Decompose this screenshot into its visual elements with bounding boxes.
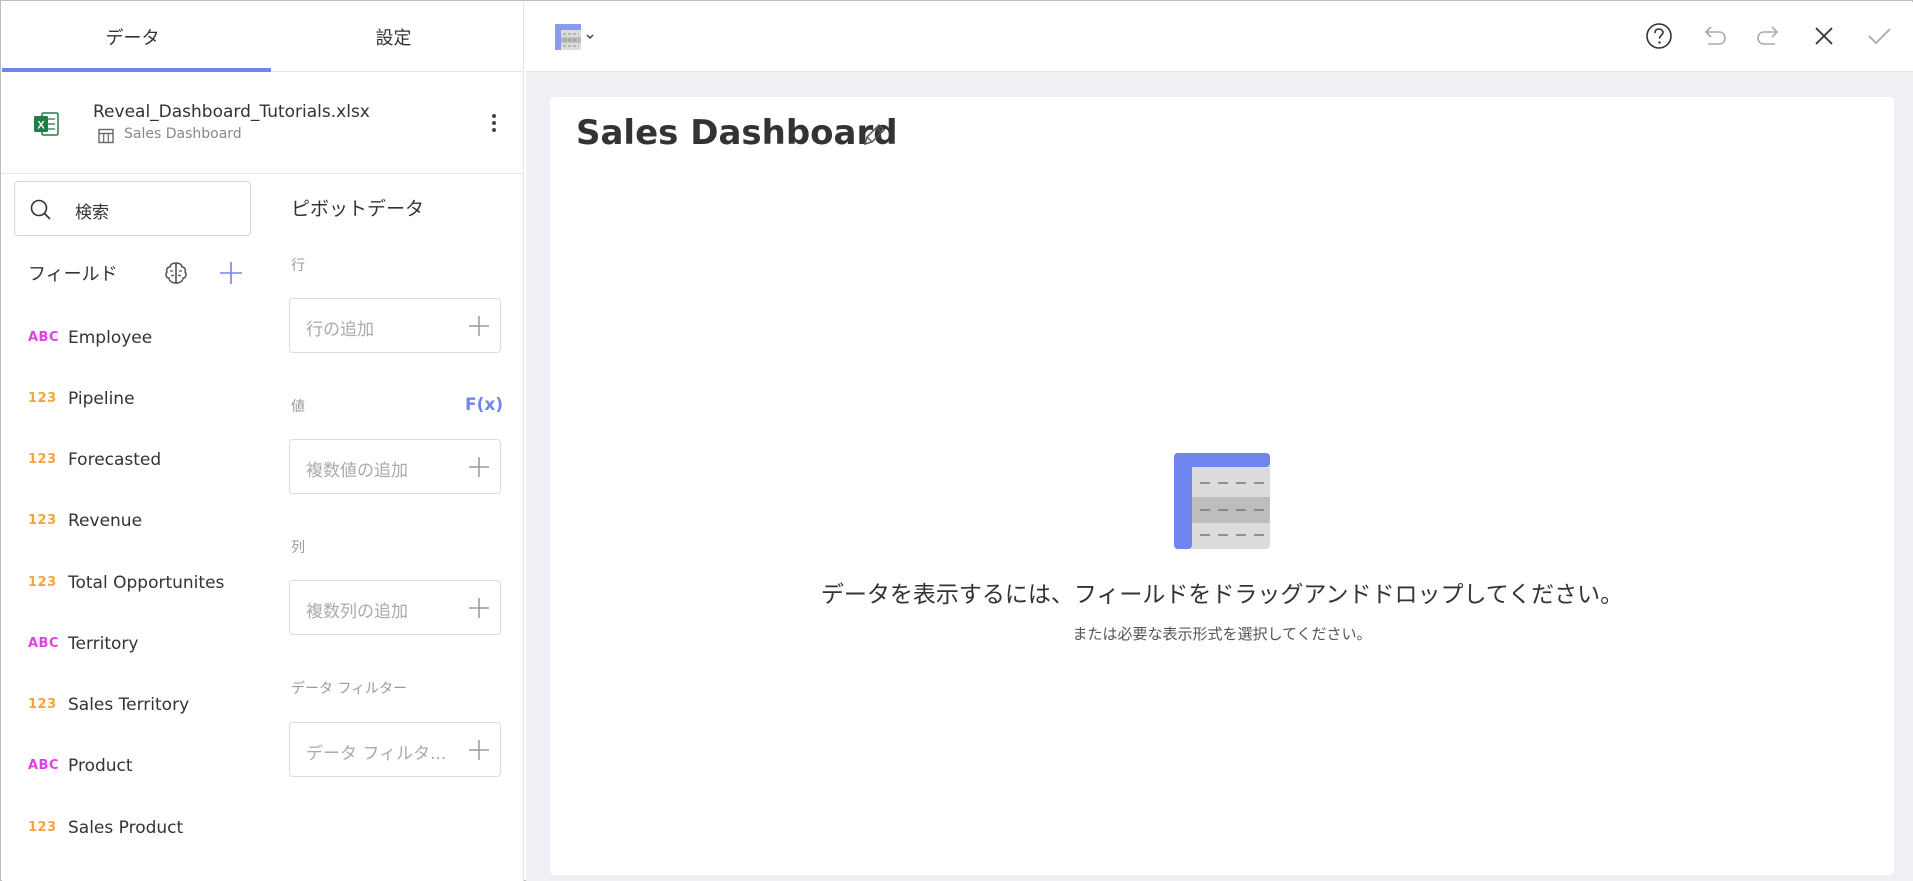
field-name: Sales Product <box>68 818 184 838</box>
svg-text:X: X <box>37 120 45 132</box>
number-type-icon: 123 <box>28 820 57 835</box>
fx-button[interactable]: F(x) <box>465 395 503 415</box>
field-name: Pipeline <box>68 389 135 409</box>
values-placeholder: 複数値の追加 <box>306 461 408 481</box>
visualization-picker-icon[interactable] <box>553 22 599 52</box>
empty-state-message: データを表示するには、フィールドをドラッグアンドドロップしてください。 <box>820 582 1624 608</box>
top-toolbar <box>526 2 1913 72</box>
close-icon[interactable] <box>1809 21 1839 51</box>
field-item[interactable]: 123 Sales Product <box>2 804 264 854</box>
pivot-title: ピボットデータ <box>291 198 425 220</box>
search-icon <box>30 199 51 220</box>
rows-placeholder: 行の追加 <box>306 320 374 340</box>
plus-icon <box>469 598 489 618</box>
source-sheet-name: Sales Dashboard <box>124 126 242 142</box>
filters-placeholder: データ フィルタ... <box>306 744 447 764</box>
data-editor-panel: データ 設定 X Reveal_Dashboard_Tutorials.xlsx… <box>2 2 524 881</box>
data-source-header: X Reveal_Dashboard_Tutorials.xlsx Sales … <box>2 72 524 174</box>
field-item[interactable]: 123 Sales Territory <box>2 681 264 731</box>
rows-label: 行 <box>291 258 305 274</box>
columns-label: 列 <box>291 540 305 556</box>
field-name: Revenue <box>68 511 143 531</box>
text-type-icon: ABC <box>28 330 60 345</box>
field-name: Sales Territory <box>68 695 190 715</box>
columns-placeholder: 複数列の追加 <box>306 602 408 622</box>
edit-title-pencil-icon[interactable] <box>860 121 888 149</box>
number-type-icon: 123 <box>28 697 57 712</box>
empty-state-subtext: または必要な表示形式を選択してください。 <box>1072 625 1372 643</box>
more-options-icon[interactable] <box>486 110 502 136</box>
values-label: 値 <box>291 399 305 415</box>
values-drop-zone[interactable]: 複数値の追加 <box>289 439 501 494</box>
search-placeholder: 検索 <box>75 203 109 223</box>
field-search-box[interactable]: 検索 <box>14 181 251 236</box>
tab-settings[interactable]: 設定 <box>263 2 524 72</box>
confirm-check-icon[interactable] <box>1864 21 1894 51</box>
field-name: Employee <box>68 328 153 348</box>
excel-icon: X <box>34 112 59 136</box>
text-type-icon: ABC <box>28 758 60 773</box>
visualization-card: Sales Dashboard データを表示するには、フィールドをドラッグアンド… <box>550 97 1894 875</box>
number-type-icon: 123 <box>28 513 57 528</box>
field-item[interactable]: ABC Employee <box>2 314 264 364</box>
app-window: データ 設定 X Reveal_Dashboard_Tutorials.xlsx… <box>0 0 1913 881</box>
source-file-name: Reveal_Dashboard_Tutorials.xlsx <box>93 102 370 122</box>
pivot-table-icon <box>1174 453 1270 549</box>
field-item[interactable]: 123 Forecasted <box>2 436 264 486</box>
field-item[interactable]: 123 Revenue <box>2 497 264 547</box>
redo-icon[interactable] <box>1754 21 1784 51</box>
field-name: Total Opportunites <box>68 573 225 593</box>
plus-icon <box>469 457 489 477</box>
table-icon <box>98 128 114 144</box>
undo-icon[interactable] <box>1699 21 1729 51</box>
field-name: Territory <box>68 634 139 654</box>
columns-drop-zone[interactable]: 複数列の追加 <box>289 580 501 635</box>
tab-data[interactable]: データ <box>2 2 263 72</box>
plus-icon <box>469 316 489 336</box>
number-type-icon: 123 <box>28 575 57 590</box>
number-type-icon: 123 <box>28 452 57 467</box>
text-type-icon: ABC <box>28 636 60 651</box>
add-field-icon[interactable] <box>218 260 244 286</box>
filters-drop-zone[interactable]: データ フィルタ... <box>289 722 501 777</box>
number-type-icon: 123 <box>28 391 57 406</box>
dashboard-title[interactable]: Sales Dashboard <box>576 113 898 153</box>
filters-label: データ フィルター <box>291 681 408 697</box>
field-name: Product <box>68 756 133 776</box>
field-item[interactable]: 123 Total Opportunites <box>2 559 264 609</box>
field-item[interactable]: ABC Territory <box>2 620 264 670</box>
plus-icon <box>469 740 489 760</box>
fields-header: フィールド <box>28 264 118 285</box>
brain-icon[interactable] <box>163 260 189 286</box>
panel-tabs: データ 設定 <box>2 2 524 72</box>
field-name: Forecasted <box>68 450 162 470</box>
field-item[interactable]: 123 Pipeline <box>2 375 264 425</box>
visualization-area: Sales Dashboard データを表示するには、フィールドをドラッグアンド… <box>526 2 1913 881</box>
help-icon[interactable] <box>1644 21 1674 51</box>
field-item[interactable]: ABC Product <box>2 742 264 792</box>
rows-drop-zone[interactable]: 行の追加 <box>289 298 501 353</box>
